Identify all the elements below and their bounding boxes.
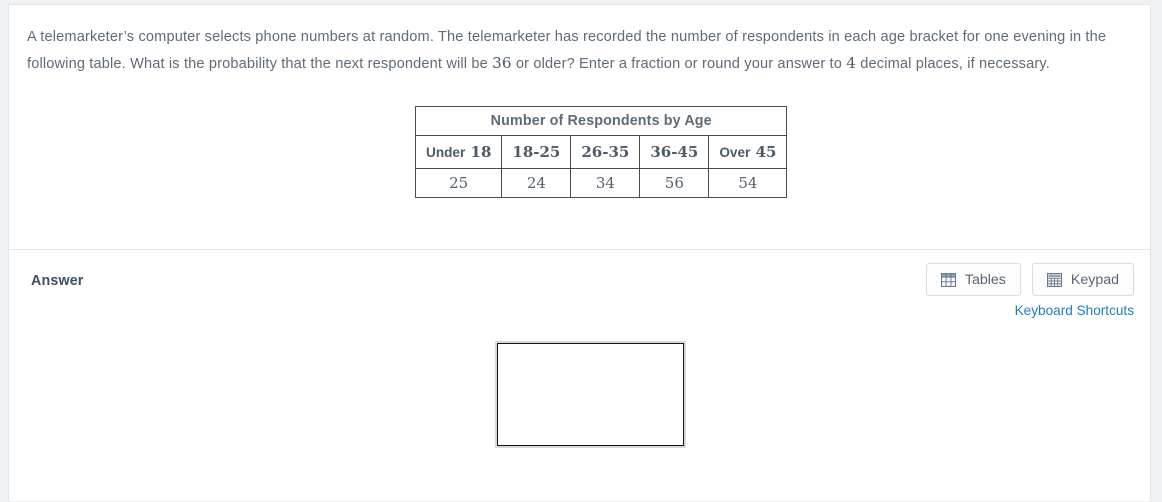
question-text-part2: or older? Enter a fraction or round your… <box>511 56 847 72</box>
keypad-button-label: Keypad <box>1070 271 1119 288</box>
page-background: A telemarketer’s computer selects phone … <box>0 0 1162 501</box>
answer-label: Answer <box>31 273 84 289</box>
tables-button-label: Tables <box>964 271 1006 288</box>
table-value-under-18: 25 <box>414 168 503 198</box>
answer-input-wrapper <box>495 341 686 448</box>
keypad-button[interactable]: Keypad <box>1031 263 1134 296</box>
question-text-part3: decimal places, if necessary. <box>856 56 1050 72</box>
table-title: Number of Respondents by Age <box>414 106 788 136</box>
table-header-36-45: 36-45 <box>639 135 710 169</box>
table-title-row: Number of Respondents by Age <box>414 106 788 136</box>
answer-toolbar: Tables Keypad <box>925 263 1134 296</box>
table-value-18-25: 24 <box>501 168 572 198</box>
keyboard-shortcuts-link[interactable]: Keyboard Shortcuts <box>1015 303 1134 318</box>
question-number-4: 4 <box>846 54 857 72</box>
table-header-row: Under 18 18-25 26-35 36-45 Over 45 <box>414 135 788 169</box>
table-value-26-35: 34 <box>570 168 641 198</box>
respondents-table: Number of Respondents by Age Under 18 18… <box>414 106 788 198</box>
table-value-row: 25 24 34 56 54 <box>414 168 788 198</box>
question-number-36: 36 <box>492 54 512 72</box>
question-section: A telemarketer’s computer selects phone … <box>9 5 1150 250</box>
table-header-under-18: Under 18 <box>414 135 503 169</box>
table-header-26-35: 26-35 <box>570 135 641 169</box>
tables-button[interactable]: Tables <box>925 263 1021 296</box>
table-grid-icon <box>940 272 956 287</box>
table-header-18-25: 18-25 <box>501 135 572 169</box>
table-header-over-45: Over 45 <box>708 135 788 169</box>
question-text: A telemarketer’s computer selects phone … <box>27 24 1112 77</box>
question-card: A telemarketer’s computer selects phone … <box>8 4 1151 501</box>
answer-input[interactable] <box>497 343 684 446</box>
table-value-over-45: 54 <box>708 168 788 198</box>
keypad-grid-icon <box>1046 272 1062 287</box>
table-value-36-45: 56 <box>639 168 710 198</box>
